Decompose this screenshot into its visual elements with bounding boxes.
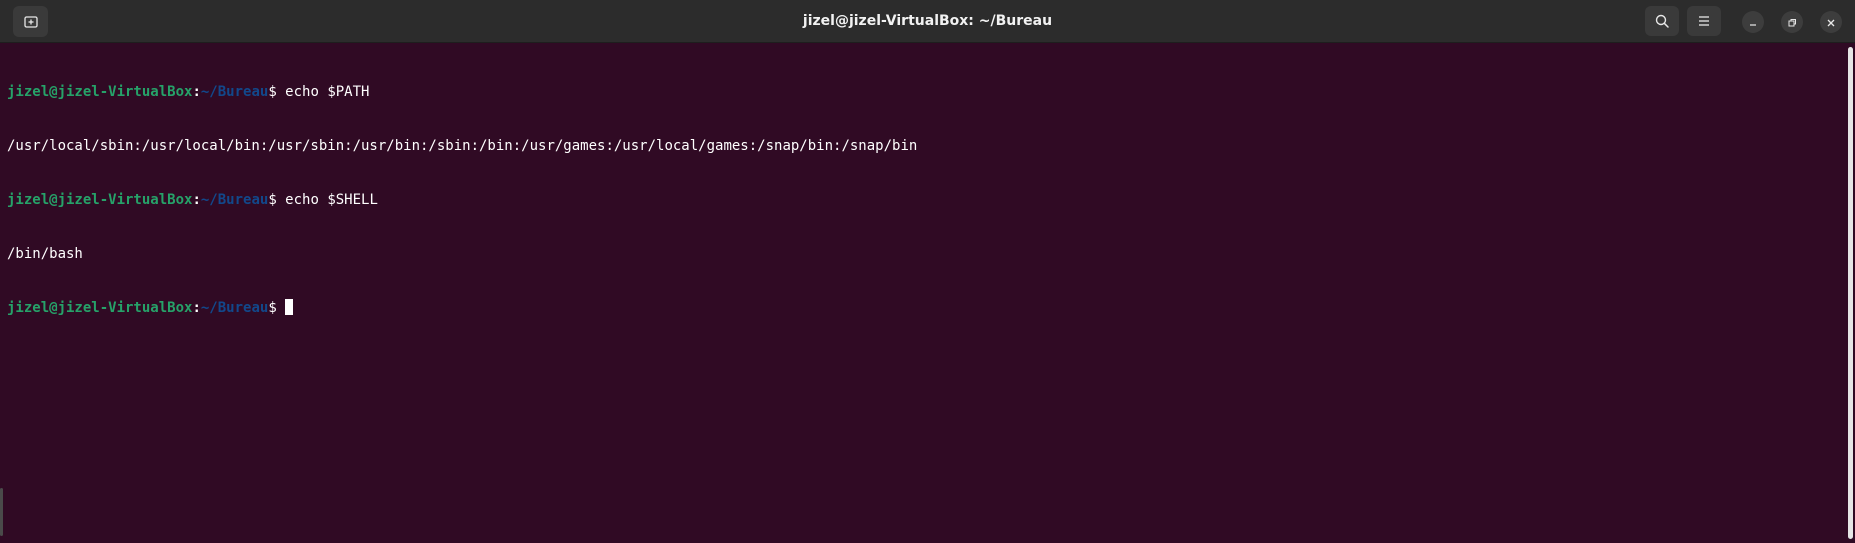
window-title: jizel@jizel-VirtualBox: ~/Bureau bbox=[802, 13, 1053, 29]
prompt-dollar: $ bbox=[268, 84, 286, 100]
prompt-path: ~/Bureau bbox=[200, 192, 269, 208]
terminal-window: jizel@jizel-VirtualBox: ~/Bureau jizel@j… bbox=[0, 0, 1855, 543]
terminal-output-area[interactable]: jizel@jizel-VirtualBox:~/Bureau$ echo $P… bbox=[0, 43, 1846, 543]
new-tab-icon bbox=[23, 14, 39, 30]
command-text: echo $SHELL bbox=[285, 192, 378, 208]
prompt-colon: : bbox=[192, 300, 201, 316]
terminal-line-output: /usr/local/sbin:/usr/local/bin:/usr/sbin… bbox=[7, 138, 918, 154]
prompt-colon: : bbox=[192, 84, 201, 100]
command-text: echo $PATH bbox=[285, 84, 370, 100]
close-button[interactable] bbox=[1820, 11, 1842, 33]
close-icon bbox=[1826, 13, 1836, 32]
new-tab-button[interactable] bbox=[13, 6, 48, 37]
minimize-button[interactable] bbox=[1742, 11, 1764, 33]
terminal-line-prompt: jizel@jizel-VirtualBox:~/Bureau$ echo $S… bbox=[7, 191, 1846, 209]
prompt-dollar: $ bbox=[268, 300, 286, 316]
search-button[interactable] bbox=[1645, 6, 1679, 36]
minimize-icon bbox=[1748, 13, 1758, 32]
hamburger-menu-icon bbox=[1696, 13, 1712, 29]
prompt-user: jizel@jizel-VirtualBox bbox=[7, 192, 193, 208]
prompt-user: jizel@jizel-VirtualBox bbox=[7, 84, 193, 100]
terminal-line-output: /bin/bash bbox=[7, 246, 83, 262]
prompt-path: ~/Bureau bbox=[200, 300, 269, 316]
scrollbar-thumb[interactable] bbox=[1848, 47, 1853, 539]
prompt-user: jizel@jizel-VirtualBox bbox=[7, 300, 193, 316]
terminal-line-prompt: jizel@jizel-VirtualBox:~/Bureau$ echo $P… bbox=[7, 83, 1846, 101]
scrollbar[interactable] bbox=[1846, 43, 1855, 543]
menu-button[interactable] bbox=[1687, 6, 1721, 36]
terminal-line-prompt-active: jizel@jizel-VirtualBox:~/Bureau$ bbox=[7, 299, 1846, 317]
maximize-button[interactable] bbox=[1781, 11, 1803, 33]
header-bar: jizel@jizel-VirtualBox: ~/Bureau bbox=[0, 0, 1855, 43]
text-cursor bbox=[285, 299, 294, 315]
maximize-icon bbox=[1787, 13, 1797, 32]
window-resize-edge[interactable] bbox=[0, 488, 3, 536]
search-icon bbox=[1654, 13, 1670, 29]
prompt-colon: : bbox=[192, 192, 201, 208]
prompt-path: ~/Bureau bbox=[200, 84, 269, 100]
prompt-dollar: $ bbox=[268, 192, 286, 208]
